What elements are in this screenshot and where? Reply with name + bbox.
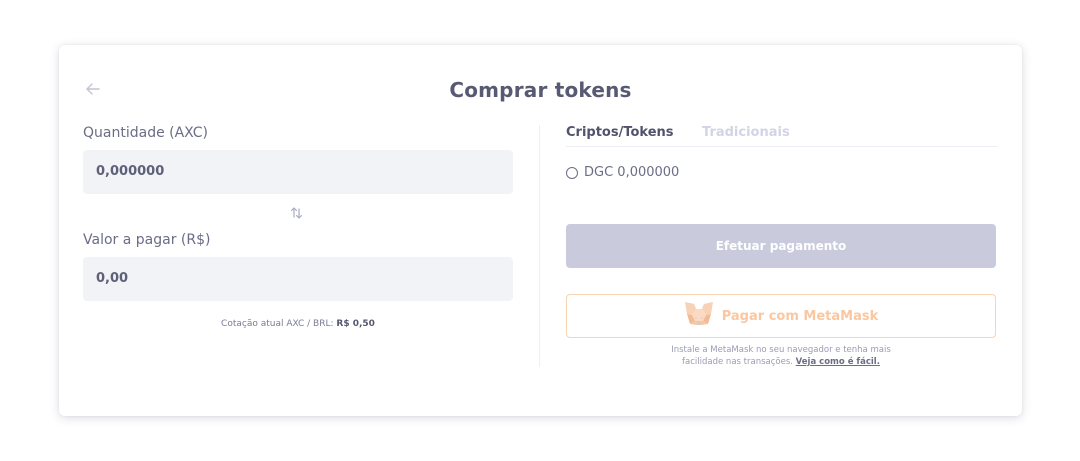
metamask-fox-icon — [684, 301, 714, 331]
metamask-help-link[interactable]: Veja como é fácil. — [796, 357, 880, 367]
amount-input[interactable]: 0,00 — [83, 257, 513, 301]
metamask-button[interactable]: Pagar com MetaMask — [566, 294, 996, 338]
metamask-help-line-2-text: facilidade nas transações. — [682, 357, 793, 367]
quantity-input[interactable]: 0,000000 — [83, 150, 513, 194]
page-title: Comprar tokens — [449, 78, 632, 102]
exchange-rate-text: Cotação atual AXC / BRL: R$ 0,50 — [83, 319, 513, 329]
swap-arrows-icon[interactable] — [290, 205, 304, 221]
metamask-help-line-2: facilidade nas transações. Veja como é f… — [566, 356, 996, 368]
column-divider — [539, 125, 540, 367]
payment-option-label: DGC 0,000000 — [584, 165, 680, 180]
pay-button[interactable]: Efetuar pagamento — [566, 224, 996, 268]
exchange-rate-prefix: Cotação atual AXC / BRL: — [221, 319, 334, 329]
radio-button[interactable] — [566, 166, 578, 179]
metamask-help-text: Instale a MetaMask no seu navegador e te… — [566, 344, 996, 368]
metamask-button-label: Pagar com MetaMask — [721, 308, 879, 324]
buy-tokens-card: Comprar tokens Quantidade (AXC) 0,000000… — [59, 45, 1022, 416]
tab-tradicionais[interactable]: Tradicionais — [702, 125, 790, 140]
payment-tabs: Criptos/Tokens Tradicionais — [566, 125, 997, 147]
quantity-label: Quantidade (AXC) — [83, 125, 208, 141]
metamask-help-line-1: Instale a MetaMask no seu navegador e te… — [671, 345, 891, 355]
exchange-rate-value: R$ 0,50 — [336, 319, 375, 329]
tab-criptos-tokens[interactable]: Criptos/Tokens — [566, 125, 674, 140]
amount-label: Valor a pagar (R$) — [83, 232, 211, 248]
payment-option-dgc[interactable]: DGC 0,000000 — [566, 165, 679, 180]
